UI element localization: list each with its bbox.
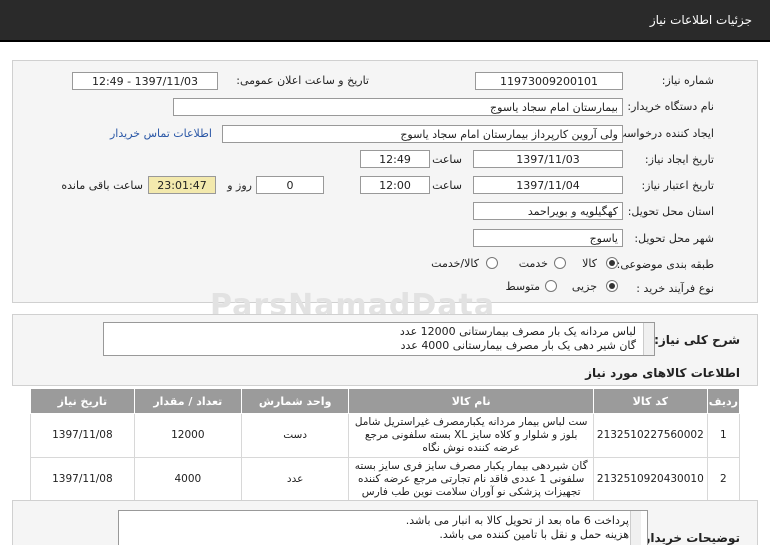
header-need-date: تاریخ نیاز — [30, 388, 135, 414]
page-title: جزئیات اطلاعات نیاز — [649, 13, 752, 27]
description-scrollbar[interactable] — [643, 323, 654, 355]
row-number: 1 — [706, 413, 741, 458]
goods-section-title: اطلاعات کالاهای مورد نیاز — [585, 366, 740, 380]
need-number-field[interactable]: 11973009200101 — [475, 72, 623, 90]
city-field[interactable]: یاسوج — [473, 229, 623, 247]
table-header-row: ردیف کد کالا نام کالا واحد شمارش تعداد /… — [30, 388, 741, 414]
buyer-notes-line-1: پرداخت 6 ماه بعد از تحویل کالا به انبار … — [405, 514, 629, 527]
process-minor-radio[interactable] — [606, 280, 618, 292]
contact-buyer-link[interactable]: اطلاعات تماس خریدار — [110, 127, 212, 140]
unit: عدد — [240, 457, 350, 502]
announce-label: تاریخ و ساعت اعلان عمومی: — [236, 74, 369, 87]
goods-table: ردیف کد کالا نام کالا واحد شمارش تعداد /… — [30, 388, 741, 502]
buyer-org-field[interactable]: بیمارستان امام سجاد یاسوج — [173, 98, 623, 116]
category-service-radio[interactable] — [554, 257, 566, 269]
remaining-label: ساعت باقی مانده — [61, 179, 143, 192]
quantity: 4000 — [133, 457, 242, 502]
announce-field[interactable]: 1397/11/03 - 12:49 — [72, 72, 218, 90]
general-description-line-1: لباس مردانه یک بار مصرف بیمارستانی 12000… — [399, 325, 636, 338]
remaining-time-field: 23:01:47 — [148, 176, 216, 194]
province-label: استان محل تحویل: — [627, 205, 714, 218]
unit: دست — [240, 413, 350, 458]
general-description-textarea[interactable]: لباس مردانه یک بار مصرف بیمارستانی 12000… — [103, 322, 655, 356]
created-time-label: ساعت — [432, 153, 462, 166]
title-bar: جزئیات اطلاعات نیاز — [0, 0, 770, 42]
table-row[interactable]: 2 2132510920430010 گان شیردهی بیمار یکبا… — [30, 457, 741, 502]
header-quantity: تعداد / مقدار — [133, 388, 242, 414]
created-label: تاریخ ایجاد نیاز: — [644, 153, 714, 166]
row-number: 2 — [706, 457, 741, 502]
buyer-org-label: نام دستگاه خریدار: — [627, 100, 714, 113]
category-label: طبقه بندی موضوعی: — [616, 258, 714, 271]
quantity: 12000 — [133, 413, 242, 458]
table-row[interactable]: 1 2132510227560002 ست لباس بیمار مردانه … — [30, 413, 741, 458]
header-goods-name: نام کالا — [348, 388, 594, 414]
requester-field[interactable]: ولی آروین کارپرداز بیمارستان امام سجاد ی… — [222, 125, 623, 143]
validity-label: تاریخ اعتبار نیاز: — [641, 179, 714, 192]
need-number-label: شماره نیاز: — [661, 74, 714, 87]
category-goods-radio[interactable] — [606, 257, 618, 269]
general-description-line-2: گان شیر دهی یک بار مصرف بیمارستانی 4000 … — [400, 339, 636, 352]
remaining-days-field[interactable]: 0 — [256, 176, 324, 194]
goods-code: 2132510920430010 — [592, 457, 708, 502]
process-medium-radio[interactable] — [545, 280, 557, 292]
category-both-radio[interactable] — [486, 257, 498, 269]
city-label: شهر محل تحویل: — [634, 232, 714, 245]
process-label: نوع فرآیند خرید : — [636, 282, 714, 295]
category-goods-label: کالا — [582, 257, 597, 270]
general-description-label: شرح کلی نیاز: — [654, 333, 740, 347]
process-medium-label: متوسط — [505, 280, 540, 293]
created-time-field[interactable]: 12:49 — [360, 150, 430, 168]
days-label: روز و — [227, 179, 252, 192]
validity-date-field[interactable]: 1397/11/04 — [473, 176, 623, 194]
goods-name: ست لباس بیمار مردانه یکبارمصرف غیراستریل… — [348, 413, 594, 458]
goods-code: 2132510227560002 — [592, 413, 708, 458]
buyer-notes-textarea[interactable]: پرداخت 6 ماه بعد از تحویل کالا به انبار … — [118, 510, 648, 545]
need-date: 1397/11/08 — [30, 457, 135, 502]
requester-label: ایجاد کننده درخواست: — [612, 127, 714, 140]
category-both-label: کالا/خدمت — [431, 257, 479, 270]
notes-scrollbar[interactable] — [630, 511, 641, 545]
buyer-notes-line-2: هزینه حمل و نقل با تامین کننده می باشد. — [439, 528, 629, 541]
header-unit: واحد شمارش — [240, 388, 350, 414]
created-date-field[interactable]: 1397/11/03 — [473, 150, 623, 168]
process-minor-label: جزیی — [571, 280, 597, 293]
validity-time-label: ساعت — [432, 179, 462, 192]
goods-name: گان شیردهی بیمار یکبار مصرف سایز فری سای… — [348, 457, 594, 502]
validity-time-field[interactable]: 12:00 — [360, 176, 430, 194]
category-service-label: خدمت — [518, 257, 548, 270]
province-field[interactable]: کهگیلویه و بویراحمد — [473, 202, 623, 220]
header-goods-code: کد کالا — [592, 388, 708, 414]
need-date: 1397/11/08 — [30, 413, 135, 458]
header-row-number: ردیف — [706, 388, 741, 414]
buyer-notes-label: توضیحات خریدار: — [638, 531, 740, 545]
